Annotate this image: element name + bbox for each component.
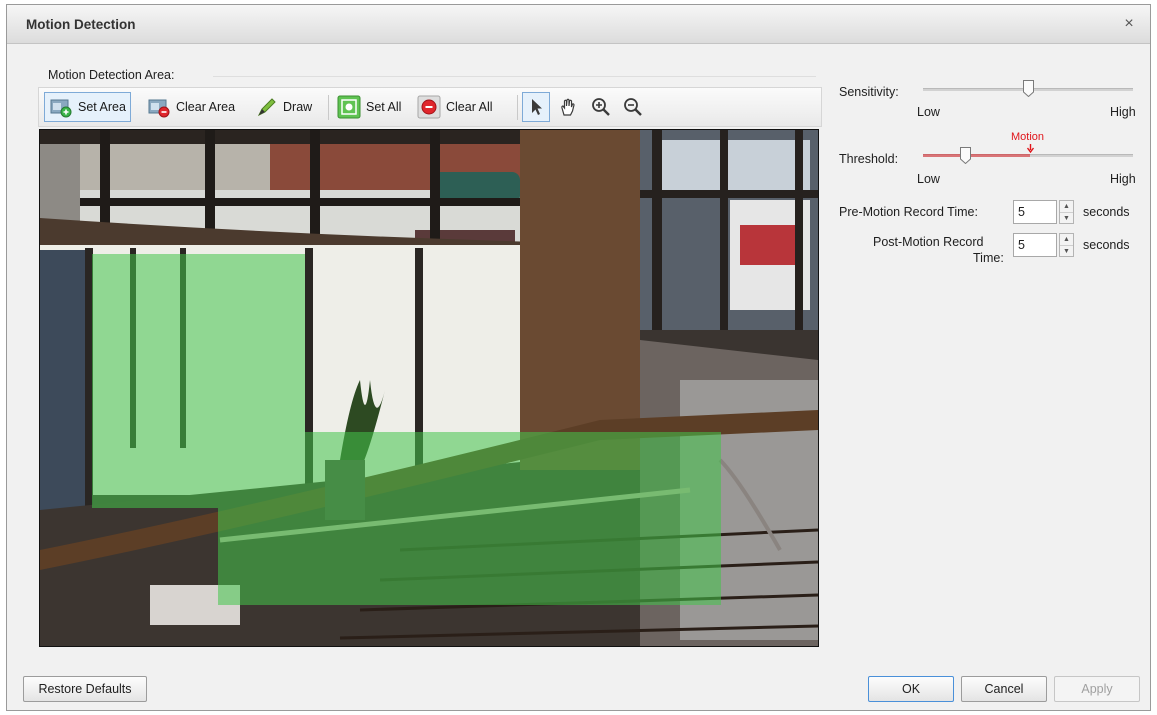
sensitivity-high-label: High xyxy=(1110,105,1136,119)
motion-detection-dialog: Motion Detection × Motion Detection Area… xyxy=(6,4,1151,711)
motion-detection-area-label: Motion Detection Area: xyxy=(48,68,175,82)
post-motion-unit: seconds xyxy=(1083,238,1130,252)
post-motion-label-line2: Time: xyxy=(973,251,1004,265)
threshold-slider-thumb[interactable] xyxy=(959,147,971,164)
restore-defaults-button[interactable]: Restore Defaults xyxy=(23,676,147,702)
sensitivity-low-label: Low xyxy=(917,105,940,119)
post-motion-spinner[interactable]: ▲ ▼ xyxy=(1059,233,1074,257)
spin-down-icon[interactable]: ▼ xyxy=(1060,212,1073,224)
draw-label: Draw xyxy=(283,100,313,114)
spin-up-icon[interactable]: ▲ xyxy=(1060,201,1073,212)
zoom-out-icon xyxy=(624,98,642,116)
toolbar-separator xyxy=(328,95,329,120)
clear-all-button[interactable]: Clear All xyxy=(413,92,497,122)
post-motion-label: Post-Motion Record xyxy=(873,235,984,249)
threshold-label: Threshold: xyxy=(839,152,899,166)
set-area-label: Set Area xyxy=(78,100,126,114)
spin-up-icon[interactable]: ▲ xyxy=(1060,234,1073,245)
clear-area-button[interactable]: Clear Area xyxy=(143,92,239,122)
threshold-low-label: Low xyxy=(917,172,940,186)
clear-all-icon xyxy=(417,95,441,119)
set-all-label: Set All xyxy=(366,100,402,114)
group-divider xyxy=(213,76,816,77)
title-bar: Motion Detection × xyxy=(7,5,1150,44)
zoom-in-icon xyxy=(592,98,610,116)
toolbar-separator xyxy=(517,95,518,120)
clear-all-label: Clear All xyxy=(446,100,493,114)
ok-button[interactable]: OK xyxy=(868,676,954,702)
set-all-button[interactable]: Set All xyxy=(333,92,405,122)
draw-button[interactable]: Draw xyxy=(252,92,316,122)
sensitivity-label: Sensitivity: xyxy=(839,85,899,99)
set-all-icon xyxy=(337,95,361,119)
motion-level-label: Motion xyxy=(1011,131,1045,143)
pre-motion-spinner[interactable]: ▲ ▼ xyxy=(1059,200,1074,224)
post-motion-field[interactable]: 5 xyxy=(1013,233,1057,257)
clear-area-label: Clear Area xyxy=(176,100,236,114)
close-icon[interactable]: × xyxy=(1118,13,1140,35)
pencil-icon xyxy=(257,98,276,117)
set-area-icon xyxy=(50,99,72,118)
pointer-arrow-icon xyxy=(532,99,542,115)
zoom-in-button[interactable] xyxy=(587,92,615,122)
dialog-title: Motion Detection xyxy=(26,17,136,32)
motion-area-overlay xyxy=(92,254,721,605)
pre-motion-unit: seconds xyxy=(1083,205,1130,219)
set-area-button[interactable]: Set Area xyxy=(44,92,131,122)
apply-button[interactable]: Apply xyxy=(1054,676,1140,702)
hand-icon xyxy=(561,98,575,116)
spin-down-icon[interactable]: ▼ xyxy=(1060,245,1073,257)
area-toolbar: Set Area Clear Area Draw Set All Clear A… xyxy=(38,87,822,127)
pre-motion-label: Pre-Motion Record Time: xyxy=(839,205,978,219)
camera-video-view[interactable] xyxy=(39,129,819,647)
pan-tool-button[interactable] xyxy=(554,92,582,122)
sensitivity-slider-thumb[interactable] xyxy=(1022,80,1034,97)
threshold-high-label: High xyxy=(1110,172,1136,186)
motion-arrow-icon xyxy=(1026,144,1034,153)
select-tool-button[interactable] xyxy=(522,92,550,122)
cancel-button[interactable]: Cancel xyxy=(961,676,1047,702)
motion-level-bar xyxy=(923,154,1031,157)
zoom-out-button[interactable] xyxy=(619,92,647,122)
clear-area-icon xyxy=(148,99,170,118)
pre-motion-field[interactable]: 5 xyxy=(1013,200,1057,224)
